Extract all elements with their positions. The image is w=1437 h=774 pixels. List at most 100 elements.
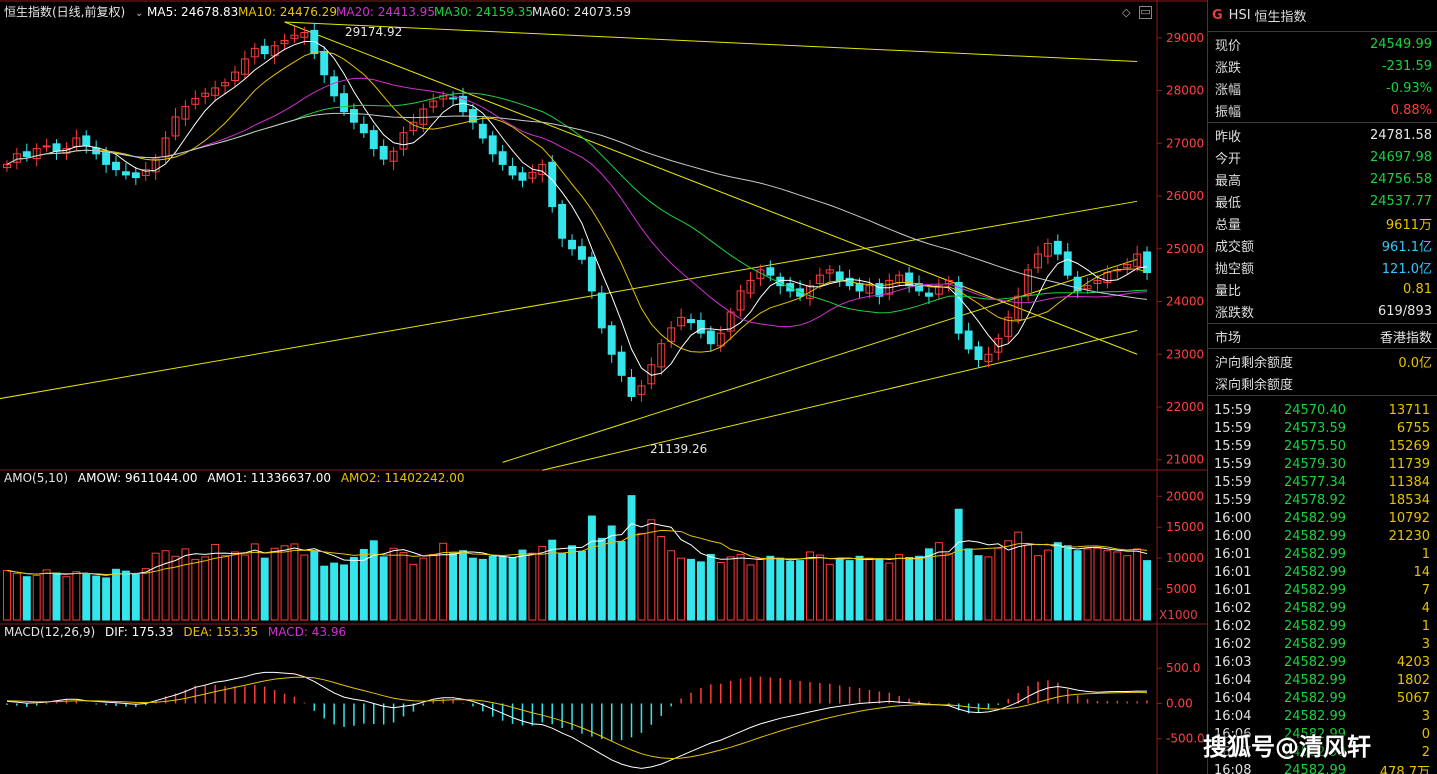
tick-price: 24582.99 [1283, 528, 1346, 544]
stat-value: 24537.77 [1369, 193, 1432, 209]
volume-bar [270, 547, 279, 621]
candle-body [349, 109, 358, 123]
volume-bar [647, 519, 656, 621]
candle-body [696, 319, 705, 334]
volume-bar [72, 571, 81, 621]
macd-tick-label: 0.00 [1166, 696, 1193, 710]
quota-row: 沪向剩余额度 0.0亿 [1208, 350, 1437, 372]
volume-bar [1014, 531, 1023, 621]
price-tick-label: 23000 [1166, 347, 1204, 361]
volume-bar [429, 553, 438, 621]
price-tick-label: 28000 [1166, 84, 1204, 98]
candle-body [488, 135, 497, 155]
volume-bar [191, 558, 200, 621]
volume-bar [399, 552, 408, 621]
volume-bar [548, 539, 557, 621]
dif-value: DIF: 175.33 [105, 625, 174, 639]
tick-time: 15:59 [1214, 420, 1252, 436]
ma-settings-icon[interactable]: ⌄ [135, 8, 143, 19]
quote-label: 涨幅 [1215, 82, 1242, 98]
trendline [0, 200, 1138, 400]
volume-bar [1053, 542, 1062, 621]
tick-row: 15:59 24579.30 11739 [1208, 455, 1437, 473]
tick-row: 16:02 24582.99 4 [1208, 599, 1437, 617]
volume-bar [419, 557, 428, 621]
quota-row: 深向剩余额度 [1208, 372, 1437, 394]
candle-body [260, 45, 269, 55]
stat-label: 成交额 [1215, 239, 1255, 255]
stat-label: 今开 [1215, 151, 1242, 167]
candle-body [82, 135, 91, 147]
volume-bar [934, 542, 943, 621]
tick-list[interactable]: 15:59 24570.40 13711 15:59 24573.59 6755 15:59… [1208, 401, 1437, 774]
fit-icon[interactable]: ◇ [1122, 6, 1130, 19]
tick-volume: 13711 [1388, 402, 1430, 418]
quote-row: 涨跌 -231.59 [1208, 55, 1437, 77]
tick-row: 15:59 24577.34 11384 [1208, 473, 1437, 491]
tick-time: 15:59 [1214, 438, 1252, 454]
tick-row: 16:04 24582.99 1802 [1208, 671, 1437, 689]
stat-row: 涨跌数 619/893 [1208, 300, 1437, 322]
volume-bar [488, 555, 497, 621]
market-label: 市场 [1215, 330, 1242, 346]
volume-bar [32, 574, 41, 621]
candle-body [607, 325, 616, 355]
volume-bar [161, 550, 170, 621]
volume-bar [657, 535, 666, 621]
ma10-legend: MA10: 24476.29 [238, 5, 337, 19]
tick-price: 24582.99 [1283, 708, 1346, 724]
low-price-label: 21139.26 [650, 442, 707, 456]
candle-body [22, 151, 31, 157]
volume-bar [12, 573, 21, 621]
macd-value: MACD: 43.96 [268, 625, 346, 639]
volume-bar [706, 553, 715, 621]
amo-legend: AMO(5,10) AMOW: 9611044.00 AMO1: 1133663… [4, 471, 464, 485]
price-tick-label: 24000 [1166, 295, 1204, 309]
tick-volume: 14 [1413, 564, 1430, 580]
tick-price: 24582.99 [1283, 654, 1346, 670]
tick-time: 16:01 [1214, 564, 1252, 580]
volume-bar [518, 549, 527, 621]
volume-bar [310, 550, 319, 621]
quota-value: 0.0亿 [1398, 355, 1432, 371]
candle-body [706, 330, 715, 345]
candle-body [498, 151, 507, 165]
maximize-icon[interactable]: ▭ [1139, 6, 1152, 19]
volume-bar [171, 555, 180, 621]
tick-volume: 21230 [1388, 528, 1430, 544]
candle-body [359, 123, 368, 134]
dea-line [6, 676, 1148, 760]
volume-bar [796, 560, 805, 621]
volume-bars [2, 495, 1152, 621]
stat-label: 抛空额 [1215, 261, 1255, 277]
volume-bar [280, 545, 289, 621]
quote-value: 24549.99 [1369, 36, 1432, 52]
candle-body [1143, 251, 1152, 274]
stat-row: 昨收 24781.58 [1208, 124, 1437, 146]
volume-bar [607, 525, 616, 621]
tick-volume: 3 [1421, 636, 1430, 652]
main-chart-title: 恒生指数(日线,前复权) [4, 4, 125, 19]
volume-bar [498, 556, 507, 621]
stat-row: 抛空额 121.0亿 [1208, 256, 1437, 278]
candle-body [568, 239, 577, 250]
volume-bar [736, 553, 745, 621]
stat-value: 9611万 [1385, 217, 1432, 233]
ma60-legend: MA60: 24073.59 [532, 5, 631, 19]
volume-bar [52, 572, 61, 621]
volume-bar [181, 548, 190, 621]
volume-bar [349, 557, 358, 621]
candlesticks [2, 22, 1152, 402]
volume-bar [895, 553, 904, 621]
volume-bar [240, 554, 249, 621]
candle-body [1053, 240, 1062, 255]
candle-body [974, 346, 983, 361]
volume-bar [776, 557, 785, 621]
tick-volume: 11739 [1388, 456, 1430, 472]
volume-bar [1043, 549, 1052, 621]
price-tick-label: 26000 [1166, 189, 1204, 203]
candle-body [121, 171, 130, 176]
tick-price: 24582.99 [1283, 582, 1346, 598]
candle-body [131, 172, 140, 179]
candle-body [855, 283, 864, 292]
